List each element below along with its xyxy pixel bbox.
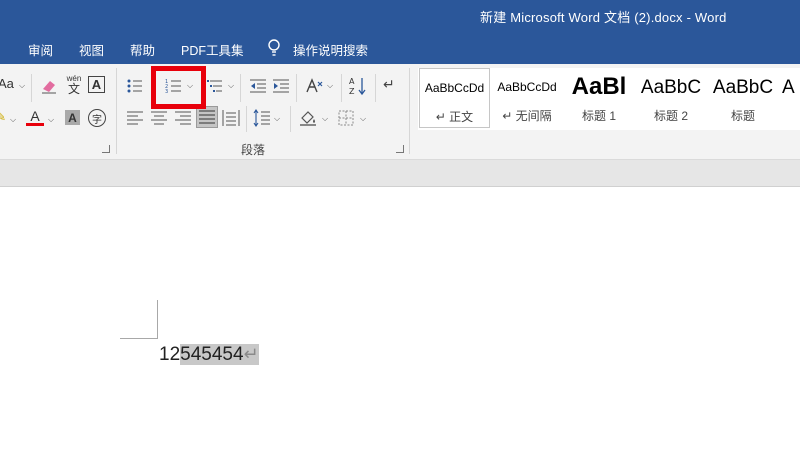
chevron-down-icon[interactable]: ⌵ bbox=[274, 114, 280, 124]
chevron-down-icon[interactable]: ⌵ bbox=[360, 114, 366, 124]
enclose-characters-button[interactable]: 字 bbox=[88, 109, 106, 127]
chevron-down-icon[interactable]: ⌵ bbox=[322, 114, 328, 124]
tab-pdf-tools[interactable]: PDF工具集 bbox=[181, 40, 244, 59]
style-name: ↵ 正文 bbox=[435, 110, 474, 124]
svg-text:A: A bbox=[349, 77, 355, 86]
character-shading-button[interactable]: A bbox=[65, 110, 80, 125]
phonetic-guide-button[interactable]: wén 文 bbox=[65, 74, 83, 96]
style-sample: AaBl bbox=[571, 73, 627, 100]
margin-corner-mark bbox=[157, 300, 158, 338]
document-page[interactable] bbox=[0, 188, 800, 450]
paragraph-group-label: 段落 bbox=[241, 143, 266, 157]
text-plain: 12 bbox=[159, 344, 181, 365]
text-selected: 545454↵ bbox=[180, 344, 259, 365]
style-sample: AaBbC bbox=[712, 77, 774, 98]
style-no-spacing[interactable]: AaBbCcDd ↵ 无间隔 bbox=[492, 68, 562, 128]
increase-indent-icon[interactable] bbox=[272, 77, 290, 95]
window-title: 新建 Microsoft Word 文档 (2).docx - Word bbox=[480, 10, 727, 25]
style-sample: AaBbCcDd bbox=[497, 80, 557, 94]
selected-digits: 545454 bbox=[180, 344, 244, 365]
font-color-glyph: A bbox=[30, 108, 40, 124]
tab-view[interactable]: 视图 bbox=[79, 40, 104, 59]
ruler-area bbox=[0, 160, 800, 187]
style-heading-1[interactable]: AaBl 标题 1 bbox=[564, 68, 634, 128]
justify-icon bbox=[199, 110, 215, 124]
chevron-down-icon[interactable]: ⌵ bbox=[48, 115, 54, 125]
justify-button[interactable] bbox=[196, 106, 218, 128]
lightbulb-icon[interactable] bbox=[266, 38, 282, 58]
tell-me-search[interactable]: 操作说明搜索 bbox=[293, 40, 368, 59]
font-color-button[interactable]: A bbox=[26, 108, 44, 126]
distributed-icon[interactable] bbox=[222, 109, 240, 127]
paragraph-dialog-launcher[interactable] bbox=[396, 145, 404, 153]
borders-icon[interactable] bbox=[337, 109, 355, 127]
style-title[interactable]: AaBbC 标题 bbox=[708, 68, 778, 128]
line-spacing-icon[interactable] bbox=[253, 109, 271, 127]
chevron-down-icon[interactable]: ⌵ bbox=[19, 81, 25, 91]
multilevel-list-icon[interactable] bbox=[206, 77, 224, 95]
style-sample: A bbox=[782, 77, 795, 98]
chevron-down-icon[interactable]: ⌵ bbox=[10, 115, 16, 125]
styles-gallery: AaBbCcDd ↵ 正文 AaBbCcDd ↵ 无间隔 AaBl 标题 1 A… bbox=[418, 68, 800, 130]
highlight-box bbox=[151, 66, 206, 109]
sort-icon[interactable]: A Z bbox=[349, 76, 367, 96]
style-name: 标题 2 bbox=[653, 109, 688, 123]
style-sample: AaBbC bbox=[640, 77, 702, 98]
chinese-layout-icon[interactable] bbox=[304, 77, 324, 95]
font-dialog-launcher[interactable] bbox=[102, 145, 110, 153]
phonetic-bottom: 文 bbox=[67, 82, 80, 96]
bullets-icon[interactable] bbox=[126, 77, 144, 95]
decrease-indent-icon[interactable] bbox=[249, 77, 267, 95]
chevron-down-icon[interactable]: ⌵ bbox=[228, 81, 234, 91]
margin-corner-mark bbox=[120, 338, 158, 339]
chevron-down-icon[interactable]: ⌵ bbox=[327, 81, 333, 91]
style-sample: AaBbCcDd bbox=[424, 81, 485, 95]
document-text[interactable]: 12545454↵ bbox=[159, 344, 259, 366]
style-normal[interactable]: AaBbCcDd ↵ 正文 bbox=[419, 68, 490, 128]
clear-formatting-icon[interactable] bbox=[40, 77, 58, 95]
style-subtitle[interactable]: A bbox=[780, 68, 800, 128]
align-right-icon[interactable] bbox=[174, 110, 192, 126]
show-formatting-marks-icon[interactable]: ↵ bbox=[383, 76, 395, 93]
style-heading-2[interactable]: AaBbC 标题 2 bbox=[636, 68, 706, 128]
svg-text:Z: Z bbox=[349, 87, 355, 96]
shading-icon[interactable] bbox=[298, 109, 318, 127]
style-name: 标题 bbox=[730, 109, 755, 123]
title-bar: 新建 Microsoft Word 文档 (2).docx - Word 审阅 … bbox=[0, 0, 800, 64]
tab-review[interactable]: 审阅 bbox=[28, 40, 53, 59]
style-name: 标题 1 bbox=[581, 109, 616, 123]
align-center-icon[interactable] bbox=[150, 110, 168, 126]
align-left-icon[interactable] bbox=[126, 110, 144, 126]
highlight-color-icon[interactable]: ✎ bbox=[0, 110, 6, 124]
paragraph-mark: ↵ bbox=[243, 344, 259, 364]
change-case-button[interactable]: Aa bbox=[0, 76, 14, 91]
tab-help[interactable]: 帮助 bbox=[130, 40, 155, 59]
style-name: ↵ 无间隔 bbox=[502, 109, 552, 123]
character-border-button[interactable]: A bbox=[88, 76, 105, 93]
